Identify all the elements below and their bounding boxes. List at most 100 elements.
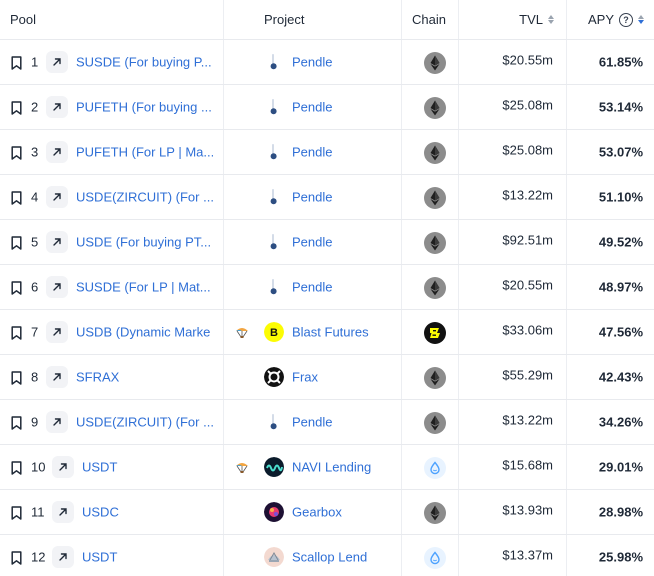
external-link-icon[interactable] (46, 366, 68, 388)
column-header-tvl[interactable]: TVL (519, 0, 554, 39)
project-link[interactable]: Scallop Lend (292, 550, 367, 565)
project-link[interactable]: Pendle (292, 235, 332, 250)
project-link[interactable]: Pendle (292, 190, 332, 205)
bookmark-icon[interactable] (11, 371, 22, 385)
column-header-pool[interactable]: Pool (10, 0, 36, 39)
external-link-icon[interactable] (46, 186, 68, 208)
table-row[interactable]: 5 USDE (For buying PT... Pendle $92.51m … (0, 220, 654, 265)
column-divider (401, 175, 402, 219)
airdrop-icon[interactable] (235, 326, 249, 338)
row-rank: 6 (31, 279, 39, 295)
ethereum-icon[interactable] (424, 412, 446, 434)
table-row[interactable]: 7 USDB (Dynamic Marke B Blast Futures $3… (0, 310, 654, 355)
blast-icon[interactable] (424, 322, 446, 344)
pool-link[interactable]: PUFETH (For buying ... (76, 100, 213, 115)
external-link-icon[interactable] (52, 501, 74, 523)
table-row[interactable]: 2 PUFETH (For buying ... Pendle $25.08m … (0, 85, 654, 130)
sui-icon[interactable] (424, 547, 446, 569)
pool-link[interactable]: USDB (Dynamic Marke (76, 325, 213, 340)
pool-link[interactable]: SFRAX (76, 370, 213, 385)
column-divider (401, 535, 402, 576)
pool-link[interactable]: USDE(ZIRCUIT) (For ... (76, 415, 213, 430)
external-link-icon[interactable] (46, 411, 68, 433)
ethereum-icon[interactable] (424, 367, 446, 389)
pool-link[interactable]: USDE(ZIRCUIT) (For ... (76, 190, 213, 205)
column-divider (566, 265, 567, 309)
bookmark-icon[interactable] (11, 236, 22, 250)
external-link-icon[interactable] (46, 231, 68, 253)
apy-value: 51.10% (598, 189, 643, 205)
table-row[interactable]: 1 SUSDE (For buying P... Pendle $20.55m … (0, 40, 654, 85)
column-header-chain[interactable]: Chain (412, 0, 446, 39)
project-link[interactable]: Gearbox (292, 505, 342, 520)
project-link[interactable]: Pendle (292, 100, 332, 115)
help-circle-icon[interactable]: ? (619, 12, 633, 27)
pool-link[interactable]: PUFETH (For LP | Ma... (76, 145, 213, 160)
ethereum-icon[interactable] (424, 52, 446, 74)
bookmark-icon[interactable] (11, 461, 22, 475)
external-link-icon[interactable] (52, 546, 74, 568)
ethereum-icon[interactable] (424, 97, 446, 119)
pool-link[interactable]: SUSDE (For buying P... (76, 55, 213, 70)
table-row[interactable]: 4 USDE(ZIRCUIT) (For ... Pendle $13.22m … (0, 175, 654, 220)
external-link-icon[interactable] (46, 96, 68, 118)
external-link-icon[interactable] (52, 456, 74, 478)
table-row[interactable]: 9 USDE(ZIRCUIT) (For ... Pendle $13.22m … (0, 400, 654, 445)
pool-link[interactable]: USDE (For buying PT... (76, 235, 213, 250)
ethereum-icon[interactable] (424, 142, 446, 164)
column-divider (458, 355, 459, 399)
tvl-value: $15.68m (502, 457, 553, 473)
pool-link[interactable]: SUSDE (For LP | Mat... (76, 280, 213, 295)
bookmark-icon[interactable] (11, 56, 22, 70)
column-divider (223, 40, 224, 84)
ethereum-icon[interactable] (424, 187, 446, 209)
ethereum-icon[interactable] (424, 277, 446, 299)
bookmark-icon[interactable] (11, 551, 22, 565)
pool-link[interactable]: USDC (82, 505, 213, 520)
bookmark-icon[interactable] (11, 506, 22, 520)
row-rank: 2 (31, 99, 39, 115)
ethereum-icon[interactable] (424, 502, 446, 524)
project-link[interactable]: Frax (292, 370, 318, 385)
external-link-icon[interactable] (46, 321, 68, 343)
column-divider (401, 265, 402, 309)
project-link[interactable]: NAVI Lending (292, 460, 371, 475)
bookmark-icon[interactable] (11, 281, 22, 295)
bookmark-icon[interactable] (11, 326, 22, 340)
sort-descending-icon[interactable] (638, 15, 644, 24)
external-link-icon[interactable] (46, 141, 68, 163)
ethereum-icon[interactable] (424, 232, 446, 254)
table-row[interactable]: 11 USDC Gearbox $13.93m 28.98% (0, 490, 654, 535)
table-row[interactable]: 6 SUSDE (For LP | Mat... Pendle $20.55m … (0, 265, 654, 310)
airdrop-icon[interactable] (235, 461, 249, 473)
table-row[interactable]: 3 PUFETH (For LP | Ma... Pendle $25.08m … (0, 130, 654, 175)
pool-link[interactable]: USDT (82, 460, 213, 475)
sui-icon[interactable] (424, 457, 446, 479)
column-divider (458, 85, 459, 129)
table-row[interactable]: 12 USDT Scallop Lend $13.37m 25.98% (0, 535, 654, 576)
project-link[interactable]: Pendle (292, 145, 332, 160)
sort-toggle-icon[interactable] (548, 15, 554, 24)
project-link[interactable]: Blast Futures (292, 325, 369, 340)
external-link-icon[interactable] (46, 51, 68, 73)
tvl-value: $25.08m (502, 97, 553, 113)
bookmark-icon[interactable] (11, 191, 22, 205)
tvl-value: $55.29m (502, 367, 553, 383)
bookmark-icon[interactable] (11, 416, 22, 430)
table-row[interactable]: 8 SFRAX Frax $55.29m 42.43% (0, 355, 654, 400)
project-link[interactable]: Pendle (292, 55, 332, 70)
column-divider (401, 0, 402, 39)
column-divider (566, 85, 567, 129)
pendle-logo-icon (264, 412, 284, 432)
bookmark-icon[interactable] (11, 146, 22, 160)
column-divider (566, 0, 567, 39)
column-header-project[interactable]: Project (264, 0, 304, 39)
project-link[interactable]: Pendle (292, 280, 332, 295)
bookmark-icon[interactable] (11, 101, 22, 115)
column-header-apy[interactable]: APY ? (588, 0, 644, 39)
pool-link[interactable]: USDT (82, 550, 213, 565)
external-link-icon[interactable] (46, 276, 68, 298)
navi-logo-icon (264, 457, 284, 477)
table-row[interactable]: 10 USDT NAVI Lending $15.68m 29.01% (0, 445, 654, 490)
project-link[interactable]: Pendle (292, 415, 332, 430)
